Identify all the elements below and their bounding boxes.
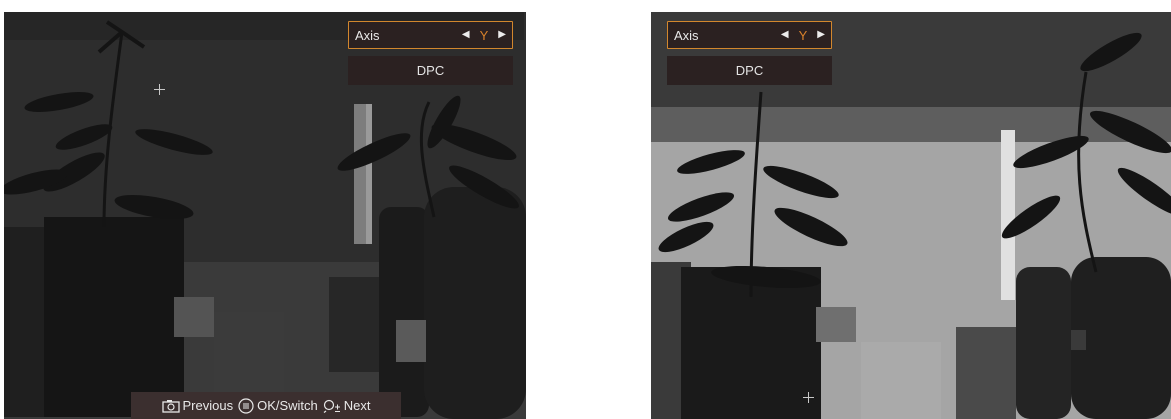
triangle-right-icon[interactable]: ▶ <box>498 30 506 40</box>
axis-label: Axis <box>674 27 699 43</box>
left-thermal-view: Axis ◀ Y ▶ DPC Previous OK/Switch Next <box>4 12 526 419</box>
right-thermal-view: Axis ◀ Y ▶ DPC <box>651 12 1171 419</box>
triangle-left-icon[interactable]: ◀ <box>781 30 789 40</box>
hint-bar: Previous OK/Switch Next <box>131 392 401 419</box>
triangle-left-icon[interactable]: ◀ <box>462 30 470 40</box>
axis-controls: ◀ Y ▶ <box>462 28 506 43</box>
axis-setting-row[interactable]: Axis ◀ Y ▶ <box>667 21 832 49</box>
axis-value: Y <box>798 27 808 43</box>
crosshair-icon <box>154 84 165 95</box>
menu-button-icon <box>238 397 254 414</box>
axis-value: Y <box>479 27 489 43</box>
ok-switch-label: OK/Switch <box>257 398 318 413</box>
ok-switch-hint: OK/Switch <box>238 397 318 414</box>
dpc-label: DPC <box>416 63 445 78</box>
crosshair-icon <box>803 392 814 403</box>
axis-label: Axis <box>355 27 380 43</box>
axis-setting-row[interactable]: Axis ◀ Y ▶ <box>348 21 513 49</box>
zoom-plus-minus-icon <box>323 399 340 413</box>
previous-label: Previous <box>182 398 234 413</box>
camera-icon <box>161 399 180 413</box>
next-hint: Next <box>323 398 371 413</box>
dpc-label: DPC <box>735 63 764 78</box>
next-label: Next <box>343 398 371 413</box>
previous-hint: Previous <box>161 398 234 413</box>
triangle-right-icon[interactable]: ▶ <box>817 30 825 40</box>
dpc-menu-item[interactable]: DPC <box>667 56 832 85</box>
axis-controls: ◀ Y ▶ <box>781 28 825 43</box>
dpc-menu-item[interactable]: DPC <box>348 56 513 85</box>
